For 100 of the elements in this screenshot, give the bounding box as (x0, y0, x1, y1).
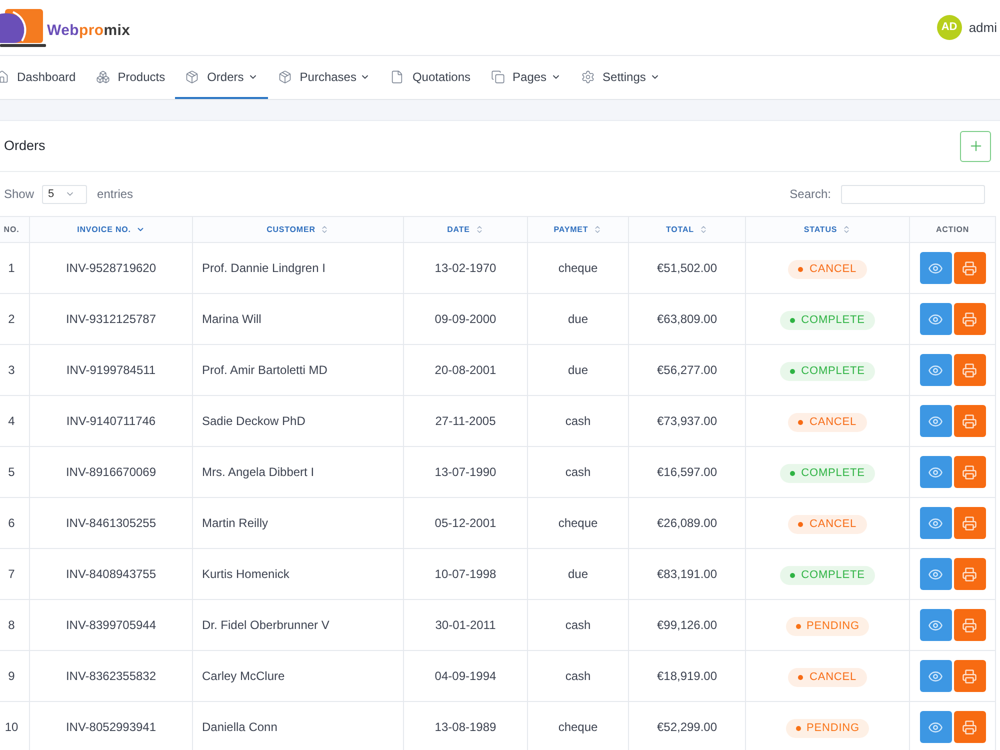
view-button[interactable] (920, 456, 952, 488)
print-button[interactable] (954, 405, 986, 437)
column-header[interactable]: DATE (404, 216, 528, 242)
view-button[interactable] (920, 405, 952, 437)
add-button[interactable] (960, 130, 991, 162)
table-cell: cash (528, 446, 628, 498)
printer-icon (962, 312, 977, 326)
column-header[interactable]: TOTAL (628, 216, 746, 242)
table-cell: Carley McClure (192, 650, 404, 702)
table-cell: INV-9312125787 (30, 294, 192, 344)
printer-icon (962, 668, 977, 684)
table-cell: 27-11-2005 (404, 396, 528, 446)
status-text: COMPLETE (801, 466, 865, 482)
table-cell: 2 (0, 294, 30, 344)
printer-icon (962, 566, 977, 582)
printer-icon (962, 720, 977, 734)
print-button[interactable] (954, 558, 986, 590)
search-field[interactable] (841, 184, 985, 204)
table-cell: cash (528, 600, 628, 650)
view-button[interactable] (920, 507, 952, 539)
printer-icon (962, 362, 977, 378)
eye-icon (928, 720, 943, 734)
table-cell: 1 (0, 242, 30, 294)
table-cell: €63,809.00 (628, 294, 746, 344)
eye-icon (928, 464, 943, 480)
table-cell: due (528, 548, 628, 600)
nav-tab[interactable]: Products (86, 56, 176, 99)
table-cell: €56,277.00 (628, 344, 746, 396)
table-cell: 13-07-1990 (404, 446, 528, 498)
user-name[interactable]: admi (968, 18, 997, 38)
table-cell: due (528, 344, 628, 396)
table-cell: INV-9528719620 (30, 242, 192, 294)
view-button[interactable] (920, 303, 952, 335)
table-cell: Marina Will (192, 294, 404, 344)
table-cell: Prof. Amir Bartoletti MD (192, 344, 404, 396)
printer-icon (962, 618, 977, 632)
print-button[interactable] (954, 507, 986, 539)
table-cell: €26,089.00 (628, 498, 746, 548)
table-cell: €99,126.00 (628, 600, 746, 650)
table-cell: cheque (528, 242, 628, 294)
nav-tab[interactable]: Settings (570, 56, 670, 99)
eye-icon (928, 516, 943, 530)
print-button[interactable] (954, 456, 986, 488)
table-cell: INV-9140711746 (30, 396, 192, 446)
eye-icon (928, 312, 943, 326)
table-cell: 09-09-2000 (404, 294, 528, 344)
print-button[interactable] (954, 303, 986, 335)
table-cell: 13-02-1970 (404, 242, 528, 294)
view-button[interactable] (920, 558, 952, 590)
entries-label: entries (97, 186, 134, 203)
print-button[interactable] (954, 252, 986, 284)
status-text: CANCEL (809, 415, 857, 430)
table-cell: Sadie Deckow PhD (192, 396, 404, 446)
column-header[interactable]: INVOICE NO. (30, 216, 192, 242)
brand-name: Webpromix (47, 20, 130, 41)
printer-icon (962, 260, 977, 276)
card-title: Orders (4, 136, 46, 155)
print-button[interactable] (954, 711, 986, 743)
view-button[interactable] (920, 252, 952, 284)
table-cell: Dr. Fidel Oberbrunner V (192, 600, 404, 650)
view-button[interactable] (920, 354, 952, 386)
table-cell: INV-8399705944 (30, 600, 192, 650)
eye-icon (928, 414, 943, 428)
entries-select[interactable]: 5 (42, 184, 88, 204)
column-header[interactable]: PAYMET (528, 216, 628, 242)
table-cell: 6 (0, 498, 30, 548)
printer-icon (962, 464, 977, 480)
column-header[interactable]: CUSTOMER (192, 216, 404, 242)
table-cell: INV-8362355832 (30, 650, 192, 702)
table-cell: €83,191.00 (628, 548, 746, 600)
print-button[interactable] (954, 609, 986, 641)
eye-icon (928, 618, 943, 632)
settings-icon (580, 70, 595, 84)
table-cell: due (528, 294, 628, 344)
table-cell: 20-08-2001 (404, 344, 528, 396)
table-cell: Kurtis Homenick (192, 548, 404, 600)
table-cell: 5 (0, 446, 30, 498)
nav-tab[interactable]: Pages (480, 56, 571, 99)
table-cell: 04-09-1994 (404, 650, 528, 702)
status-text: COMPLETE (801, 568, 865, 584)
nav-tab[interactable]: Dashboard (0, 56, 86, 99)
print-button[interactable] (954, 354, 986, 386)
table-cell: 7 (0, 548, 30, 600)
status-text: CANCEL (809, 262, 857, 278)
view-button[interactable] (920, 711, 952, 743)
status-text: PENDING (806, 721, 860, 736)
column-header: NO. (0, 216, 30, 242)
print-button[interactable] (954, 660, 986, 692)
nav-tab[interactable]: Quotations (380, 56, 481, 99)
printer-icon (962, 516, 977, 530)
status-text: CANCEL (809, 517, 857, 532)
table-cell: 3 (0, 344, 30, 396)
nav-tab[interactable]: Purchases (268, 56, 380, 99)
view-button[interactable] (920, 660, 952, 692)
table-cell: INV-9199784511 (30, 344, 192, 396)
table-cell: cash (528, 650, 628, 702)
show-label: Show (4, 186, 34, 203)
column-header[interactable]: STATUS (746, 216, 910, 242)
view-button[interactable] (920, 609, 952, 641)
eye-icon (928, 362, 943, 378)
